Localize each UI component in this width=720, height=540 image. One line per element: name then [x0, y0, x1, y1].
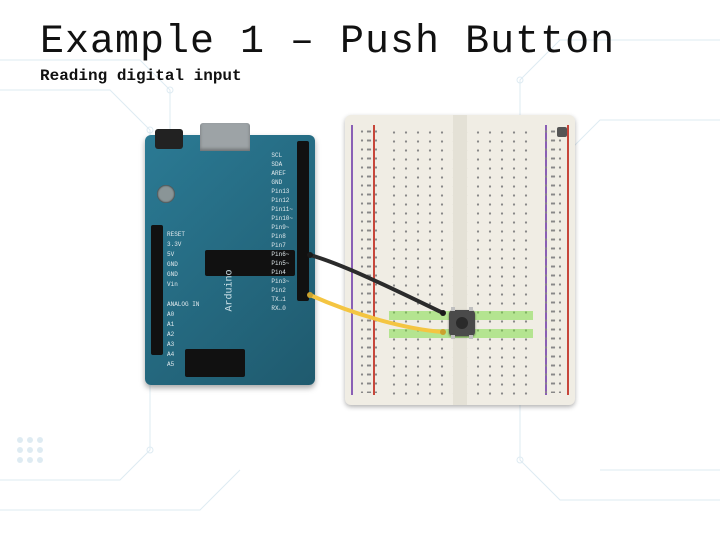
slide-subtitle: Reading digital input: [40, 67, 680, 85]
center-channel: [453, 115, 467, 405]
wiring-diagram: SCL SDA AREF GND Pin13 Pin12 Pin11~ Pin1…: [145, 115, 575, 415]
breadboard: [345, 115, 575, 405]
rail-holes: [543, 127, 553, 393]
arduino-uno: SCL SDA AREF GND Pin13 Pin12 Pin11~ Pin1…: [145, 135, 315, 385]
button-leg: [451, 307, 455, 311]
slide-title: Example 1 – Push Button: [40, 20, 680, 65]
rail-holes: [367, 127, 377, 393]
power-jack: [155, 129, 183, 149]
power-analog-pin-labels: RESET 3.3V 5V GND GND Vin ANALOG IN A0 A…: [167, 230, 199, 370]
digital-header: [297, 141, 309, 301]
usb-port: [200, 123, 250, 151]
push-button: [449, 310, 475, 336]
arduino-logo-text: Arduino: [225, 269, 236, 311]
button-leg: [469, 335, 473, 339]
reset-button: [157, 185, 175, 203]
button-leg: [451, 335, 455, 339]
digital-pin-labels: SCL SDA AREF GND Pin13 Pin12 Pin11~ Pin1…: [271, 151, 293, 313]
button-leg: [469, 307, 473, 311]
power-analog-header: [151, 225, 163, 355]
breadboard-clip-icon: [557, 127, 567, 137]
